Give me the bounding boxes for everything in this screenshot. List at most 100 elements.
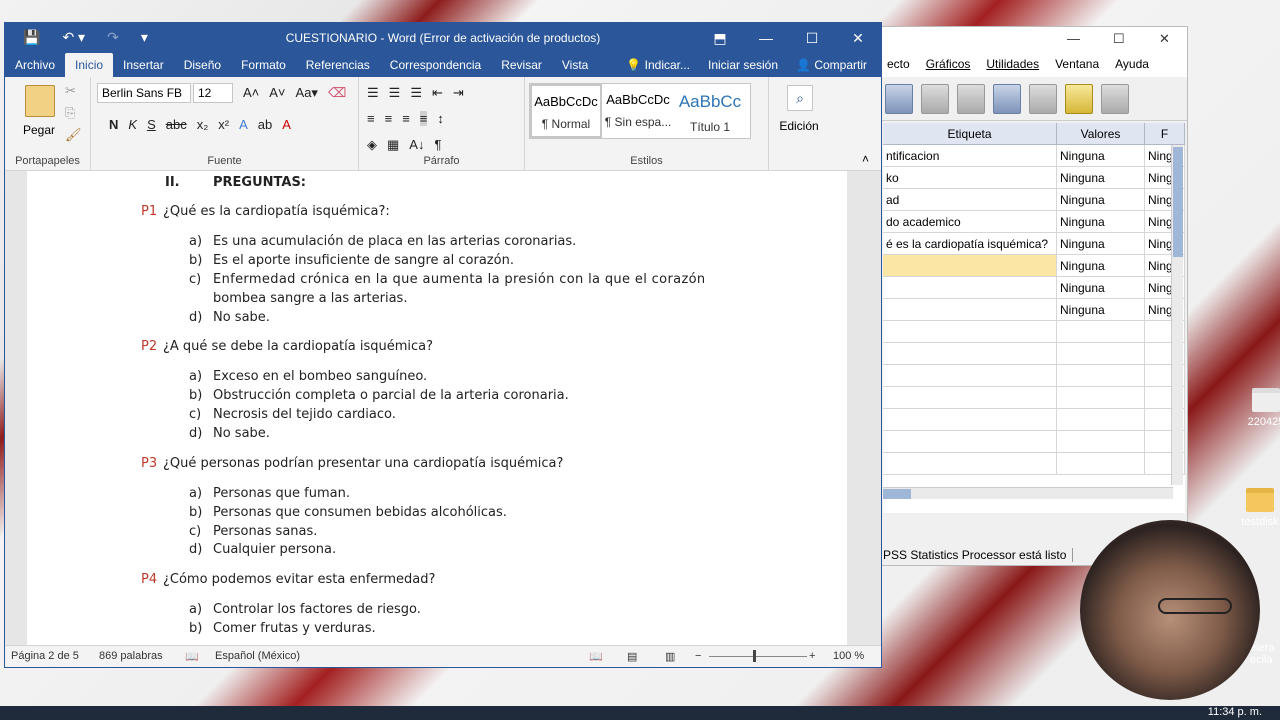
- bold-icon[interactable]: N: [109, 117, 118, 132]
- horizontal-scrollbar[interactable]: [883, 487, 1173, 499]
- maximize-icon[interactable]: ☐: [789, 23, 835, 53]
- tab-revisar[interactable]: Revisar: [491, 58, 552, 77]
- zoom-slider[interactable]: [709, 656, 807, 657]
- copy-icon[interactable]: ⎘: [65, 105, 75, 121]
- line-spacing-icon[interactable]: ↕: [437, 111, 444, 126]
- menu-item-ventana[interactable]: Ventana: [1055, 57, 1099, 71]
- scrollbar-thumb[interactable]: [883, 489, 911, 499]
- close-icon[interactable]: ✕: [835, 23, 881, 53]
- table-row[interactable]: [883, 365, 1185, 387]
- menu-item-ayuda[interactable]: Ayuda: [1115, 57, 1149, 71]
- align-left-icon[interactable]: ≡: [367, 111, 375, 126]
- text-effects-icon[interactable]: A: [239, 117, 248, 132]
- italic-icon[interactable]: K: [128, 117, 137, 132]
- cut-icon[interactable]: ✂: [65, 83, 76, 99]
- page-count[interactable]: Página 2 de 5: [11, 650, 79, 662]
- align-right-icon[interactable]: ≡: [402, 111, 410, 126]
- zoom-level[interactable]: 100 %: [833, 650, 864, 662]
- share-button[interactable]: 👤 Compartir: [796, 58, 867, 72]
- web-layout-icon[interactable]: ▥: [665, 650, 675, 663]
- cell-values[interactable]: Ninguna: [1057, 233, 1145, 254]
- tab-referencias[interactable]: Referencias: [296, 58, 380, 77]
- tab-diseno[interactable]: Diseño: [174, 58, 231, 77]
- superscript-icon[interactable]: x²: [218, 117, 229, 132]
- editing-button[interactable]: Edición: [769, 119, 829, 133]
- vertical-scrollbar[interactable]: [1171, 145, 1183, 485]
- grid-icon[interactable]: [921, 83, 949, 114]
- word-count[interactable]: 869 palabras: [99, 650, 163, 662]
- style-heading-1[interactable]: AaBbCc Título 1: [674, 84, 746, 138]
- cell-label[interactable]: ad: [883, 189, 1057, 210]
- close-icon[interactable]: ✕: [1159, 31, 1170, 47]
- clear-format-icon[interactable]: ⌫: [328, 85, 346, 101]
- table-icon[interactable]: [993, 83, 1021, 114]
- cell-values[interactable]: Ninguna: [1057, 211, 1145, 232]
- sign-in-link[interactable]: Iniciar sesión: [708, 58, 778, 72]
- table-row[interactable]: [883, 431, 1185, 453]
- cell-label[interactable]: ntificacion: [883, 145, 1057, 166]
- collapse-ribbon-icon[interactable]: ˄: [862, 152, 869, 166]
- subscript-icon[interactable]: x₂: [197, 117, 209, 132]
- shrink-font-icon[interactable]: A˅: [269, 85, 285, 101]
- sort-icon[interactable]: A↓: [409, 137, 424, 153]
- scrollbar-thumb[interactable]: [1173, 147, 1183, 257]
- multilevel-list-icon[interactable]: ☰: [410, 85, 422, 101]
- maximize-icon[interactable]: ☐: [1113, 31, 1125, 47]
- desktop-folder-testdisk[interactable]: testdisk: [1236, 488, 1280, 528]
- table-row[interactable]: [883, 343, 1185, 365]
- grow-font-icon[interactable]: A˄: [243, 85, 259, 101]
- menu-item-graficos[interactable]: Gráficos: [926, 57, 971, 71]
- borders-icon[interactable]: ▦: [387, 137, 399, 153]
- document-page[interactable]: II. PREGUNTAS: P1 ¿Qué es la cardiopatía…: [27, 171, 847, 647]
- cell-label[interactable]: [883, 255, 1057, 276]
- increase-indent-icon[interactable]: ⇥: [453, 85, 464, 101]
- tab-insertar[interactable]: Insertar: [113, 58, 174, 77]
- table-row[interactable]: do academico Ninguna Ning: [883, 211, 1185, 233]
- style-normal[interactable]: AaBbCcDc ¶ Normal: [530, 84, 602, 138]
- menu-item-proyecto[interactable]: ecto: [887, 57, 910, 71]
- table-row[interactable]: ntificacion Ninguna Ning: [883, 145, 1185, 167]
- strikethrough-icon[interactable]: abc: [166, 117, 187, 132]
- minimize-icon[interactable]: —: [743, 23, 789, 53]
- shading-icon[interactable]: ◈: [367, 137, 377, 153]
- underline-icon[interactable]: S: [147, 117, 156, 132]
- ribbon-display-icon[interactable]: ⬒: [697, 23, 743, 53]
- column-header-valores[interactable]: Valores: [1057, 123, 1145, 144]
- cell-values[interactable]: Ninguna: [1057, 255, 1145, 276]
- column-header-perdidos[interactable]: F: [1145, 123, 1185, 144]
- cell-label[interactable]: [883, 277, 1057, 298]
- style-no-spacing[interactable]: AaBbCcDc ¶ Sin espa...: [602, 84, 674, 138]
- table-row[interactable]: [883, 321, 1185, 343]
- cell-label[interactable]: do academico: [883, 211, 1057, 232]
- find-icon[interactable]: ⌕: [787, 85, 813, 111]
- edit-icon[interactable]: [957, 83, 985, 114]
- bullets-icon[interactable]: ☰: [367, 85, 379, 101]
- table-row[interactable]: é es la cardiopatía isquémica? Ninguna Nin…: [883, 233, 1185, 255]
- table-row[interactable]: [883, 453, 1185, 475]
- weight-scale-icon[interactable]: [1029, 83, 1057, 114]
- split-file-icon[interactable]: [1101, 83, 1129, 114]
- cell-values[interactable]: Ninguna: [1057, 189, 1145, 210]
- tab-archivo[interactable]: Archivo: [5, 58, 65, 77]
- font-size-select[interactable]: 12: [193, 83, 233, 103]
- cell-label[interactable]: [883, 299, 1057, 320]
- cell-label[interactable]: ko: [883, 167, 1057, 188]
- table-row[interactable]: ko Ninguna Ning: [883, 167, 1185, 189]
- tab-formato[interactable]: Formato: [231, 58, 296, 77]
- change-case-icon[interactable]: Aa▾: [296, 85, 318, 101]
- show-marks-icon[interactable]: ¶: [434, 137, 441, 153]
- zoom-slider-thumb[interactable]: [753, 650, 756, 662]
- table-row-selected[interactable]: Ninguna Ning: [883, 255, 1185, 277]
- proofing-icon[interactable]: 📖: [185, 650, 199, 663]
- paste-icon[interactable]: [25, 85, 55, 117]
- justify-icon[interactable]: ≡: [419, 111, 428, 126]
- table-row[interactable]: Ninguna Ning: [883, 277, 1185, 299]
- read-mode-icon[interactable]: 📖: [589, 650, 603, 663]
- table-row[interactable]: Ninguna Ning: [883, 299, 1185, 321]
- language-indicator[interactable]: Español (México): [215, 650, 300, 662]
- menu-item-utilidades[interactable]: Utilidades: [986, 57, 1039, 71]
- cell-values[interactable]: Ninguna: [1057, 145, 1145, 166]
- find-icon[interactable]: [885, 83, 913, 114]
- minimize-icon[interactable]: —: [1067, 31, 1080, 46]
- table-row[interactable]: [883, 409, 1185, 431]
